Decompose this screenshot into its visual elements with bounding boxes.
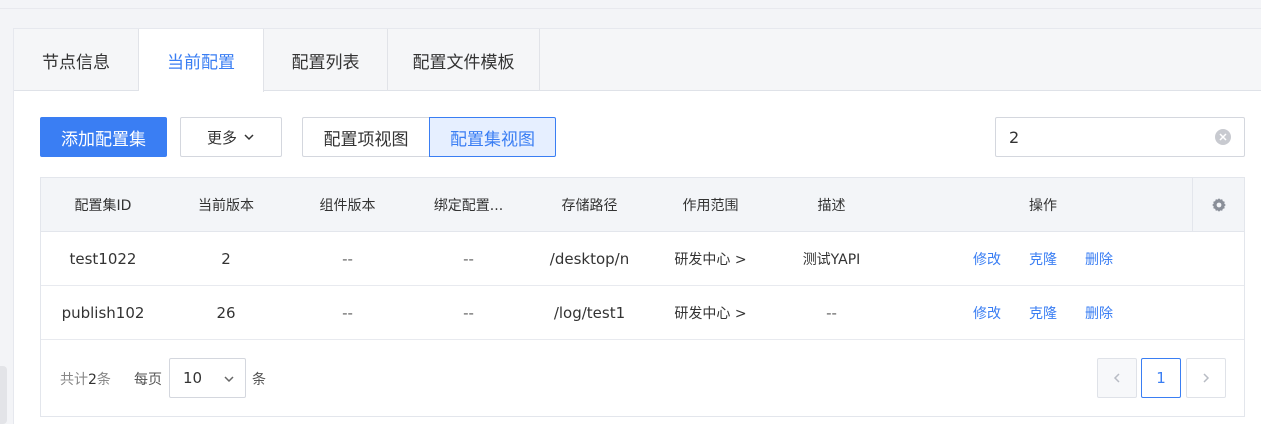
config-set-view-button[interactable]: 配置集视图	[429, 117, 556, 157]
tab-bar: 节点信息 当前配置 配置列表 配置文件模板	[14, 29, 1261, 92]
cell-bound-config: --	[463, 250, 474, 268]
edit-link[interactable]: 修改	[973, 249, 1001, 269]
edit-link[interactable]: 修改	[973, 303, 1001, 323]
header-bound-config: 绑定配置...	[433, 198, 504, 214]
chevron-left-icon	[1113, 373, 1120, 383]
search-input[interactable]	[995, 117, 1245, 157]
header-description: 描述	[817, 198, 846, 214]
header-current-version: 当前版本	[198, 198, 254, 214]
total-number: 2	[88, 372, 97, 388]
add-config-set-button[interactable]: 添加配置集	[40, 117, 167, 157]
page-size-select[interactable]: 10	[169, 358, 246, 398]
cell-actions: 修改 克隆 删除	[892, 286, 1194, 340]
header-storage-path: 存储路径	[561, 198, 618, 214]
total-suffix: 条	[96, 372, 111, 388]
delete-link[interactable]: 删除	[1085, 303, 1113, 323]
chevron-down-icon	[224, 376, 234, 383]
cell-current-version: 2	[221, 250, 231, 268]
cell-scope[interactable]: 研发中心 >	[650, 286, 771, 340]
tab-config-list[interactable]: 配置列表	[264, 29, 388, 91]
config-item-view-button[interactable]: 配置项视图	[302, 117, 429, 157]
total-count: 共计2条	[60, 369, 111, 389]
cell-description: --	[826, 304, 837, 322]
cell-current-version: 26	[216, 304, 236, 322]
clear-icon[interactable]	[1215, 129, 1231, 145]
delete-link[interactable]: 删除	[1085, 249, 1113, 269]
header-scope: 作用范围	[682, 198, 739, 214]
top-strip	[0, 0, 1261, 9]
page-size-unit: 条	[252, 372, 266, 388]
chevron-right-icon	[1203, 373, 1210, 383]
cell-storage-path: /desktop/n	[549, 250, 630, 268]
cell-description: 测试YAPI	[802, 252, 861, 268]
cell-config-set-id: publish102	[61, 304, 145, 322]
tab-config-template[interactable]: 配置文件模板	[388, 29, 540, 91]
table-row: test1022 2 -- -- /desktop/n 研发中心 > 测试YAP…	[41, 232, 1244, 286]
cell-bound-config: --	[463, 304, 474, 322]
gear-icon	[1211, 198, 1226, 212]
cell-component-version: --	[342, 250, 353, 268]
cell-config-set-id: test1022	[69, 250, 137, 268]
next-page-button[interactable]	[1186, 358, 1226, 398]
cell-actions: 修改 克隆 删除	[892, 232, 1194, 286]
page-1-button[interactable]: 1	[1141, 358, 1181, 398]
cell-component-version: --	[342, 304, 353, 322]
side-handle[interactable]	[0, 366, 7, 424]
more-label: 更多	[206, 128, 237, 147]
header-actions: 操作	[1029, 198, 1057, 214]
total-prefix: 共计	[60, 372, 88, 388]
main-panel: 节点信息 当前配置 配置列表 配置文件模板 添加配置集 更多 配置项视图 配置集…	[13, 28, 1261, 424]
header-config-set-id: 配置集ID	[74, 198, 132, 214]
header-component-version: 组件版本	[319, 198, 376, 214]
tab-current-config[interactable]: 当前配置	[139, 29, 264, 92]
column-settings-button[interactable]	[1192, 178, 1244, 232]
cell-scope[interactable]: 研发中心 >	[650, 232, 771, 286]
clone-link[interactable]: 克隆	[1029, 249, 1057, 269]
tab-node-info[interactable]: 节点信息	[14, 29, 139, 91]
prev-page-button[interactable]	[1097, 358, 1137, 398]
table-footer: 共计2条 每页 10 条 1	[41, 340, 1244, 416]
chevron-down-icon	[244, 134, 254, 141]
config-set-table: 配置集ID 当前版本 组件版本 绑定配置... 存储路径 作用范围 描述 操作 …	[40, 177, 1245, 417]
more-dropdown-button[interactable]: 更多	[180, 117, 282, 157]
table-header: 配置集ID 当前版本 组件版本 绑定配置... 存储路径 作用范围 描述 操作	[41, 178, 1244, 232]
table-row: publish102 26 -- -- /log/test1 研发中心 > --…	[41, 286, 1244, 340]
clone-link[interactable]: 克隆	[1029, 303, 1057, 323]
cell-storage-path: /log/test1	[553, 304, 626, 322]
per-page-label: 每页	[134, 372, 162, 388]
page-size-value: 10	[183, 369, 203, 387]
